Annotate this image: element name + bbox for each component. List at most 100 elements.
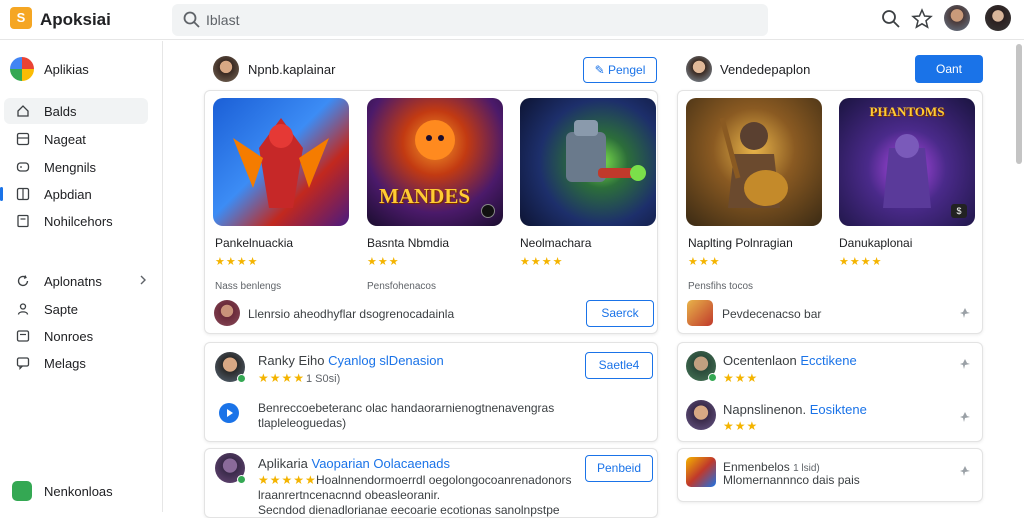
sidebar-item-sapte[interactable]: Sapte [4,296,148,322]
list-item-tag[interactable]: Ecctikene [800,353,856,368]
search-bar[interactable] [172,4,768,36]
app-store-icon [10,57,34,81]
refresh-icon [17,275,29,287]
sidebar-item-aplonatns[interactable]: Aplonatns [4,268,148,294]
game-robot-icon [566,120,646,182]
app-icon[interactable] [686,457,716,487]
meta-text: Pensfihs tocos [688,281,754,292]
section-action-label: Pengel [608,63,646,77]
app-logo-icon[interactable]: S [10,7,32,29]
list-item-title[interactable]: Aplikaria Vaoparian Oolacaenads [258,456,450,471]
meta-text: Pensfohenacos [367,281,436,292]
badge-icon [481,204,495,218]
game-rating-stars: ★★★★ [839,256,883,268]
card-footer-text: Llenrsio aheodhyflar dsogrenocadainla [248,307,455,321]
game-name[interactable]: Danukaplonai [839,236,912,250]
sidebar-item-label: Aplonatns [44,274,102,289]
gamepad-icon [16,162,30,172]
badge-icon: $ [951,204,967,218]
chevron-right-icon [140,275,146,285]
play-icon[interactable] [219,403,239,423]
list-action-button[interactable]: Penbeid [585,455,653,482]
section-action-button[interactable]: ✎ Pengel [583,57,657,83]
section-primary-button[interactable]: Oant [915,55,983,83]
game-rating-stars: ★★★★ [520,256,564,268]
search-button[interactable]: Saerck [586,300,654,327]
download-icon [12,481,32,501]
section-avatar[interactable] [686,56,712,82]
game-tile[interactable]: PHANTOMS $ [839,98,975,226]
list-item-tag[interactable]: Vaoparian Oolacaenads [311,456,450,471]
game-warrior-icon [719,117,788,208]
rating-stars: ★★★ [723,419,759,433]
list-item-tag[interactable]: Cyanlog slDenasion [328,353,444,368]
app-title: Apoksiai [40,10,111,29]
list-item-title[interactable]: Ocentenlaon Ecctikene [723,353,857,368]
search-icon[interactable] [880,8,902,30]
list-item-title[interactable]: Ranky Eiho Cyanlog slDenasion [258,353,444,368]
section-title: Npnb.kaplainar [248,62,336,77]
game-rating-stars: ★★★★ [215,256,259,268]
list-item-description: Benreccoebeteranc olac handaorarnienogtn… [258,401,555,415]
list-item-title[interactable]: Napnslinenon. Eosiktene [723,402,867,417]
list-item-description: Secndod dienadlorianae eecoarie ecotiona… [258,503,560,517]
sidebar-item-mengnils[interactable]: Mengnils [4,154,148,180]
section-avatar[interactable] [213,56,239,82]
sidebar-item-nageat[interactable]: Nageat [4,126,148,152]
search-input[interactable] [206,10,746,30]
sidebar-item-label: Melags [44,356,86,371]
app-icon[interactable] [687,300,713,326]
rating-stars: ★★★★★ [258,473,317,487]
rating-stars: ★★★★ [258,371,306,385]
top-bar: S Apoksiai [0,0,1024,40]
meta-text: Nass benlengs [215,281,282,292]
active-indicator [0,187,3,201]
game-tile[interactable] [520,98,656,226]
star-icon[interactable] [911,8,933,30]
sidebar-item-apbdian[interactable]: Apbdian [4,181,148,207]
book-icon [17,214,29,228]
game-tile[interactable] [686,98,822,226]
list-item-name: Aplikaria [258,456,308,471]
game-name[interactable]: Pankelnuackia [215,236,293,250]
game-tile[interactable] [213,98,349,226]
card-footer-text: Pevdecenacso bar [722,307,822,321]
sidebar-item-label: Mengnils [44,160,97,175]
list-item-name: Napnslinenon. [723,402,807,417]
scrollbar[interactable] [1016,44,1022,164]
sidebar-item-melags[interactable]: Melags [4,350,148,376]
sidebar-item-balds[interactable]: Balds [4,98,148,124]
profile-avatar[interactable] [985,5,1011,31]
list-item-description: Mlomernannnco dais pais [723,473,860,487]
pin-icon[interactable] [958,357,972,371]
home-icon [17,105,29,117]
list-item-tag[interactable]: Eosiktene [810,402,867,417]
pin-icon[interactable] [958,464,972,478]
list-item-description: tlapleleoguedas) [258,416,347,430]
rating-count: 1 S0si) [306,373,341,385]
online-indicator [237,475,246,484]
sidebar-item-nohilcehors[interactable]: Nohilcehors [4,208,148,234]
user-avatar[interactable] [686,400,716,430]
online-indicator [237,374,246,383]
pin-icon[interactable] [958,306,972,320]
sidebar-item-label: Nohilcehors [44,214,113,229]
game-rating-stars: ★★★ [367,256,400,268]
sidebar-item-label: Balds [44,104,77,119]
game-name[interactable]: Basnta Nbmdia [367,236,449,250]
game-name[interactable]: Naplting Polnragian [688,236,793,250]
person-icon [17,303,29,315]
sidebar-item-label: Nageat [44,132,86,147]
sidebar-footer-label: Nenkonloas [44,484,113,499]
game-tile[interactable]: MANDES [367,98,503,226]
user-avatar[interactable] [944,5,970,31]
list-item-name: Ocentenlaon [723,353,797,368]
list-action-button[interactable]: Saetle4 [585,352,653,379]
list-item-title[interactable]: Enmenbelos 1 lsid) [723,460,820,474]
sidebar-item-nonroes[interactable]: Nonroes [4,323,148,349]
user-avatar[interactable] [214,300,240,326]
pin-icon[interactable] [958,410,972,424]
list-item-name: Ranky Eiho [258,353,325,368]
game-name[interactable]: Neolmachara [520,236,591,250]
game-rating-stars: ★★★ [688,256,721,268]
